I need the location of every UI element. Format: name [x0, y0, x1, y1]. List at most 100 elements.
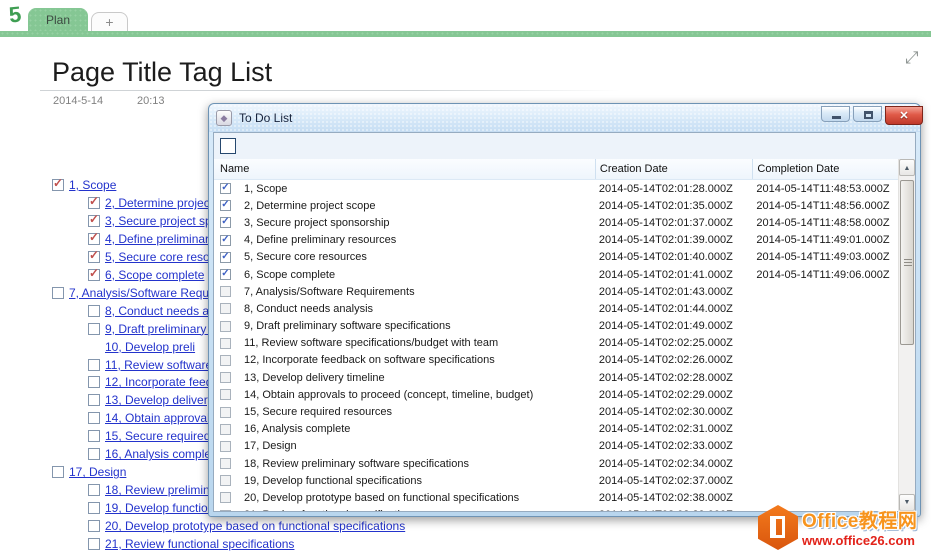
row-checkbox[interactable] [220, 424, 231, 435]
todo-checkbox[interactable] [88, 484, 100, 496]
row-name: 9, Draft preliminary software specificat… [244, 320, 451, 332]
row-completion-date: 2014-05-14T11:49:03.000Z [752, 251, 898, 263]
scroll-up-icon[interactable]: ▲ [899, 159, 915, 176]
table-row[interactable]: 18, Review preliminary software specific… [214, 455, 898, 472]
todo-checkbox[interactable] [88, 197, 100, 209]
table-row[interactable]: 4, Define preliminary resources 2014-05-… [214, 232, 898, 249]
row-creation-date: 2014-05-14T02:02:25.000Z [595, 337, 753, 349]
table-row[interactable]: 14, Obtain approvals to proceed (concept… [214, 386, 898, 403]
todo-list-item: 17, Design [52, 464, 126, 480]
row-checkbox[interactable] [220, 338, 231, 349]
todo-link[interactable]: 17, Design [69, 465, 126, 479]
todo-checkbox[interactable] [88, 448, 100, 460]
row-completion-date: 2014-05-14T11:48:58.000Z [752, 217, 898, 229]
column-header-creation-date[interactable]: Creation Date [595, 159, 753, 179]
column-header-completion-date[interactable]: Completion Date [752, 159, 898, 179]
todo-checkbox[interactable] [88, 233, 100, 245]
row-creation-date: 2014-05-14T02:01:39.000Z [595, 234, 753, 246]
row-checkbox[interactable] [220, 355, 231, 366]
scrollbar-thumb[interactable] [900, 180, 914, 345]
row-checkbox[interactable] [220, 389, 231, 400]
row-checkbox[interactable] [220, 286, 231, 297]
todo-checkbox[interactable] [88, 430, 100, 442]
table-row[interactable]: 1, Scope 2014-05-14T02:01:28.000Z 2014-0… [214, 180, 898, 197]
todo-link[interactable]: 10, Develop preli [105, 340, 195, 354]
row-name: 1, Scope [244, 183, 287, 195]
todo-link[interactable]: 1, Scope [69, 178, 116, 192]
table-row[interactable]: 13, Develop delivery timeline 2014-05-14… [214, 369, 898, 386]
todo-checkbox[interactable] [88, 412, 100, 424]
row-checkbox[interactable] [220, 407, 231, 418]
todo-checkbox[interactable] [88, 305, 100, 317]
todo-checkbox[interactable] [88, 323, 100, 335]
todo-checkbox[interactable] [52, 287, 64, 299]
row-checkbox[interactable] [220, 303, 231, 314]
row-checkbox[interactable] [220, 510, 231, 511]
row-name: 21, Review functional specifications [244, 509, 418, 511]
table-row[interactable]: 5, Secure core resources 2014-05-14T02:0… [214, 249, 898, 266]
todo-checkbox[interactable] [88, 502, 100, 514]
todo-checkbox[interactable] [52, 466, 64, 478]
table-row[interactable]: 15, Secure required resources 2014-05-14… [214, 403, 898, 420]
table-row[interactable]: 7, Analysis/Software Requirements 2014-0… [214, 283, 898, 300]
expand-icon[interactable]: ⤢ [905, 48, 919, 68]
table-row[interactable]: 20, Develop prototype based on functiona… [214, 489, 898, 506]
row-name: 20, Develop prototype based on functiona… [244, 492, 519, 504]
todo-checkbox[interactable] [88, 251, 100, 263]
todo-checkbox[interactable] [88, 215, 100, 227]
row-checkbox[interactable] [220, 252, 231, 263]
todo-checkbox[interactable] [88, 359, 100, 371]
tab-plan[interactable]: Plan [28, 8, 88, 32]
row-name: 13, Develop delivery timeline [244, 372, 385, 384]
close-button[interactable]: ✕ [885, 106, 923, 125]
table-row[interactable]: 6, Scope complete 2014-05-14T02:01:41.00… [214, 266, 898, 283]
table-row[interactable]: 12, Incorporate feedback on software spe… [214, 352, 898, 369]
table-row[interactable]: 2, Determine project scope 2014-05-14T02… [214, 197, 898, 214]
row-checkbox[interactable] [220, 475, 231, 486]
page-date: 2014-5-14 [53, 95, 103, 107]
row-checkbox[interactable] [220, 269, 231, 280]
todo-checkbox[interactable] [88, 376, 100, 388]
table-row[interactable]: 8, Conduct needs analysis 2014-05-14T02:… [214, 300, 898, 317]
todo-checkbox[interactable] [88, 269, 100, 281]
column-header-name[interactable]: Name [214, 159, 595, 179]
select-all-strip [214, 133, 915, 159]
vertical-scrollbar[interactable]: ▲ ▼ [898, 159, 915, 511]
row-checkbox[interactable] [220, 458, 231, 469]
page-title: Page Title Tag List [52, 57, 272, 88]
table-row[interactable]: 11, Review software specifications/budge… [214, 335, 898, 352]
row-checkbox[interactable] [220, 217, 231, 228]
row-checkbox[interactable] [220, 492, 231, 503]
todo-link[interactable]: 21, Review functional specifications [105, 537, 294, 551]
row-checkbox[interactable] [220, 183, 231, 194]
todo-checkbox[interactable] [88, 538, 100, 550]
todo-link[interactable]: 16, Analysis complete [105, 447, 221, 461]
table-row[interactable]: 9, Draft preliminary software specificat… [214, 318, 898, 335]
table-row[interactable]: 17, Design 2014-05-14T02:02:33.000Z [214, 438, 898, 455]
row-name: 2, Determine project scope [244, 200, 375, 212]
row-checkbox[interactable] [220, 372, 231, 383]
select-all-checkbox[interactable] [220, 138, 236, 154]
todo-checkbox[interactable] [88, 394, 100, 406]
dialog-titlebar[interactable]: ◆ To Do List ✕ [209, 104, 920, 132]
todo-link[interactable]: 6, Scope complete [105, 268, 204, 282]
row-checkbox[interactable] [220, 321, 231, 332]
todo-checkbox[interactable] [88, 520, 100, 532]
close-icon: ✕ [886, 109, 922, 122]
row-creation-date: 2014-05-14T02:02:37.000Z [595, 475, 753, 487]
todo-link[interactable]: 20, Develop prototype based on functiona… [105, 519, 405, 533]
table-row[interactable]: 3, Secure project sponsorship 2014-05-14… [214, 214, 898, 231]
minimize-button[interactable] [821, 106, 850, 122]
scrollbar-grip-icon [904, 259, 912, 266]
row-checkbox[interactable] [220, 235, 231, 246]
new-tab-button[interactable]: + [91, 12, 128, 32]
row-checkbox[interactable] [220, 200, 231, 211]
row-name: 11, Review software specifications/budge… [244, 337, 498, 349]
table-row[interactable]: 19, Develop functional specifications 20… [214, 472, 898, 489]
row-checkbox[interactable] [220, 441, 231, 452]
todo-checkbox[interactable] [52, 179, 64, 191]
table-row[interactable]: 16, Analysis complete 2014-05-14T02:02:3… [214, 421, 898, 438]
office-logo-icon [758, 505, 798, 550]
maximize-button[interactable] [853, 106, 882, 122]
app-logo: 5 [8, 1, 23, 28]
